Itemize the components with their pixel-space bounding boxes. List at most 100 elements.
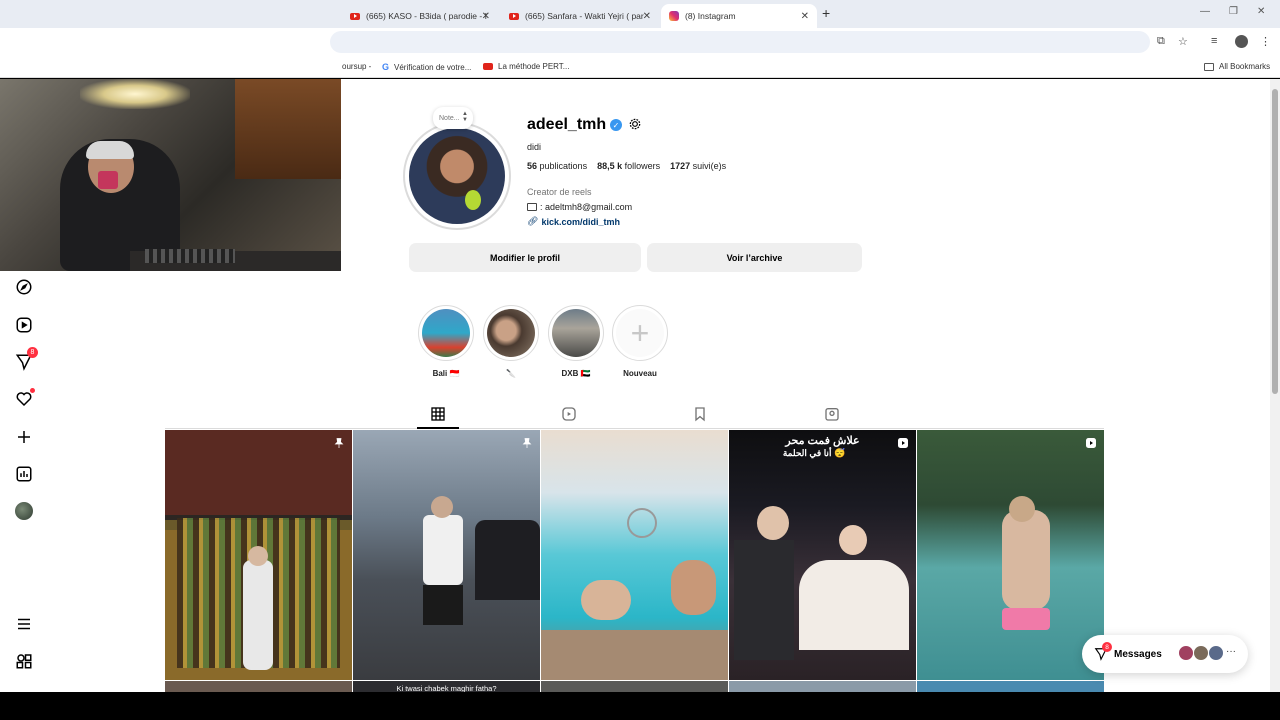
address-bar[interactable] — [330, 31, 1150, 53]
messages-badge: 8 — [27, 347, 38, 358]
tab-divider — [165, 428, 1104, 429]
minimize-button[interactable]: — — [1200, 6, 1210, 17]
note-bubble[interactable]: Note... ▲ ▼ — [433, 107, 473, 129]
close-icon[interactable]: ✕ — [643, 11, 651, 22]
view-archive-button[interactable]: Voir l’archive — [647, 243, 862, 272]
threads-apps-icon[interactable] — [15, 652, 33, 670]
profile-username: adeel_tmh — [527, 116, 607, 133]
more-menu-icon[interactable] — [15, 615, 33, 633]
reels-icon[interactable] — [15, 316, 33, 334]
highlight-bali[interactable]: Bali 🇮🇩 — [418, 305, 474, 378]
link-text[interactable]: kick.com/didi_tmh — [541, 217, 620, 227]
taskbar-area — [0, 692, 1280, 720]
profile-email: : adeltmh8@gmail.com — [527, 202, 632, 212]
verified-badge-icon: ✓ — [610, 119, 622, 131]
highlight-cover — [422, 309, 470, 357]
profile-avatar-nav[interactable] — [15, 502, 33, 520]
restore-button[interactable]: ❐ — [1229, 6, 1238, 17]
saved-tab-icon[interactable] — [692, 406, 708, 422]
reel-icon — [898, 438, 908, 448]
notification-dot — [30, 388, 35, 393]
profile-category: Creator de reels — [527, 187, 592, 197]
messages-label: Messages — [1114, 648, 1162, 660]
close-icon[interactable]: ✕ — [801, 11, 809, 22]
browser-tab-sanfara[interactable]: (665) Sanfara - Wakti Yejri ( par ✕ — [501, 4, 659, 28]
highlight-knife[interactable]: 🔪 — [483, 305, 539, 378]
close-window-button[interactable]: ✕ — [1257, 6, 1265, 17]
post-tile[interactable] — [729, 681, 916, 692]
messages-icon[interactable]: 8 — [15, 347, 38, 371]
post-tile[interactable] — [165, 430, 352, 680]
post-tile[interactable] — [353, 430, 540, 680]
reels-tab-icon[interactable] — [561, 406, 577, 422]
heart-icon[interactable] — [15, 388, 35, 408]
active-tab-indicator — [417, 427, 459, 429]
chevron-updown-icon: ▲ ▼ — [462, 111, 468, 123]
explore-icon[interactable] — [15, 278, 33, 296]
avatar — [1193, 645, 1209, 661]
bookmark-label: oursup - — [342, 62, 372, 71]
mail-icon — [527, 203, 537, 211]
post-caption: Ki twasi chabek maghir fatha? — [396, 684, 497, 692]
reading-list-icon[interactable]: ≡ — [1211, 35, 1217, 47]
highlight-label: Nouveau — [623, 369, 657, 378]
note-placeholder: Note... — [439, 114, 460, 122]
browser-tab-kaso[interactable]: (665) KASO - B3ida ( parodie - I ✕ — [342, 4, 498, 28]
instagram-page: 8 Note... ▲ ▼ adeel_tmh ✓ didi 56 public… — [0, 79, 1280, 692]
page-scrollbar[interactable] — [1270, 79, 1280, 692]
plus-icon: + — [616, 309, 664, 357]
settings-gear-icon[interactable] — [628, 117, 642, 131]
star-icon[interactable]: ☆ — [1178, 35, 1188, 48]
messages-floating-button[interactable]: 8 Messages ··· — [1082, 635, 1248, 673]
highlight-new[interactable]: + Nouveau — [612, 305, 668, 378]
post-tile[interactable] — [917, 681, 1104, 692]
messages-badge: 8 — [1102, 642, 1112, 652]
close-icon[interactable]: ✕ — [482, 11, 490, 22]
post-tile[interactable] — [541, 430, 728, 680]
avatar — [1208, 645, 1224, 661]
tab-title: (665) Sanfara - Wakti Yejri ( par — [525, 11, 644, 21]
edit-profile-button[interactable]: Modifier le profil — [409, 243, 641, 272]
folder-icon — [1204, 62, 1214, 71]
post-tile[interactable] — [165, 681, 352, 692]
highlight-label: Bali 🇮🇩 — [432, 369, 460, 378]
webcam-overlay — [0, 79, 341, 271]
highlight-label: 🔪 — [506, 369, 516, 378]
posts-grid-tab-icon[interactable] — [430, 406, 446, 422]
google-icon: G — [382, 62, 390, 72]
scrollbar-thumb[interactable] — [1272, 89, 1278, 394]
highlight-cover — [552, 309, 600, 357]
post-tile[interactable] — [917, 430, 1104, 680]
bookmark-item[interactable]: oursup - — [342, 62, 371, 71]
reel-icon — [1086, 438, 1096, 448]
posts-stat: 56 publications — [527, 161, 588, 171]
link-icon: 🔗︎ — [527, 216, 539, 226]
pin-icon — [522, 438, 532, 448]
following-stat[interactable]: 1727 suivi(e)s — [670, 161, 726, 171]
post-tile[interactable] — [541, 681, 728, 692]
post-overlay-text: أنا في الحلمة 😴 — [782, 448, 846, 458]
bookmark-item[interactable]: La méthode PERT... — [483, 62, 569, 71]
install-app-icon[interactable]: ⧉ — [1157, 35, 1165, 48]
avatar — [1178, 645, 1194, 661]
tagged-tab-icon[interactable] — [824, 406, 840, 422]
highlight-dxb[interactable]: DXB 🇦🇪 — [548, 305, 604, 378]
new-tab-button[interactable]: + — [822, 5, 830, 21]
bookmark-item[interactable]: G Vérification de votre... — [382, 62, 471, 72]
menu-icon[interactable]: ⋮ — [1260, 35, 1271, 48]
profile-picture[interactable] — [409, 128, 505, 224]
browser-tab-instagram[interactable]: (8) Instagram ✕ — [661, 4, 817, 28]
insights-icon[interactable] — [15, 465, 33, 483]
profile-stats: 56 publications 88,5 k followers 1727 su… — [527, 161, 726, 171]
browser-profile-avatar[interactable] — [1235, 35, 1248, 48]
profile-link[interactable]: 🔗︎ kick.com/didi_tmh — [527, 216, 620, 227]
post-tile[interactable]: Ki twasi chabek maghir fatha? — [353, 681, 540, 692]
instagram-icon — [669, 11, 679, 21]
create-icon[interactable] — [15, 428, 33, 446]
all-bookmarks[interactable]: All Bookmarks — [1204, 62, 1270, 71]
bookmark-label: La méthode PERT... — [498, 62, 570, 71]
tab-title: (665) KASO - B3ida ( parodie - I — [366, 11, 487, 21]
highlight-label: DXB 🇦🇪 — [561, 369, 591, 378]
post-tile[interactable]: علاش فمت محر أنا في الحلمة 😴 — [729, 430, 916, 680]
followers-stat[interactable]: 88,5 k followers — [597, 161, 660, 171]
